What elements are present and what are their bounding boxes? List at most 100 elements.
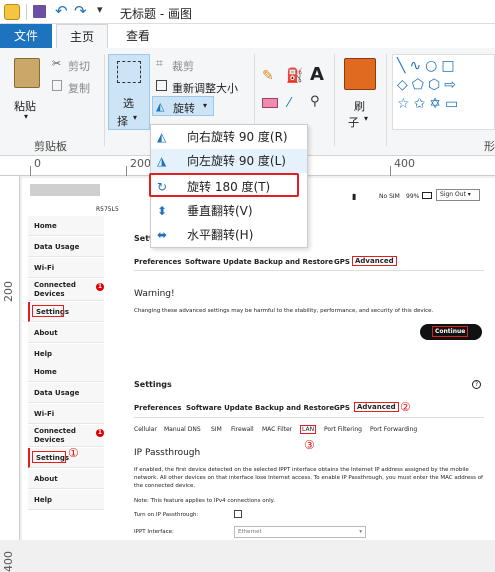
rotate-right-90-item[interactable]: ◭ 向右旋转 90 度(R): [151, 125, 307, 149]
select-button[interactable]: 选 择 ▾: [108, 54, 150, 130]
cut-label: 剪切: [68, 60, 90, 73]
annotation-1: ①: [68, 446, 79, 460]
nav-help[interactable]: Help: [28, 490, 104, 510]
tab-backup-restore[interactable]: Backup and Restore: [254, 258, 333, 266]
paste-button[interactable]: 粘贴 ▾: [8, 54, 48, 124]
settings-tabs-2: Preferences Software Update Backup and R…: [134, 400, 464, 414]
tab-preferences[interactable]: Preferences: [134, 258, 181, 266]
copy-label: 复制: [68, 82, 90, 95]
brushes-button[interactable]: 刷 子 ▾: [340, 54, 380, 130]
subtab-port-forwarding[interactable]: Port Forwarding: [370, 426, 417, 433]
vertical-ruler: 200 400: [0, 176, 20, 572]
subtab-cellular[interactable]: Cellular: [134, 426, 157, 433]
sign-out-label: Sign Out: [440, 191, 466, 198]
tab-underline: [134, 417, 484, 418]
text-icon[interactable]: A: [310, 64, 324, 85]
subtab-manual-dns[interactable]: Manual DNS: [164, 426, 201, 433]
flip-horizontal-label: 水平翻转(H): [187, 228, 254, 242]
color-picker-icon[interactable]: ⁄: [288, 96, 290, 111]
flip-vertical-item[interactable]: ⬍ 垂直翻转(V): [151, 199, 307, 223]
clipboard-icon: [14, 58, 40, 88]
arrow-shape-icon[interactable]: ⇨: [444, 77, 460, 93]
magnifier-icon[interactable]: ⚲: [310, 94, 320, 109]
settings-heading-2: Settings: [134, 380, 172, 389]
customize-toolbar-icon[interactable]: ▾: [97, 3, 103, 16]
star6-shape-icon[interactable]: ✡: [429, 96, 445, 112]
sign-out-button[interactable]: Sign Out ▾: [436, 189, 480, 201]
nav-connected-devices[interactable]: Connected Devices: [28, 279, 104, 301]
pencil-icon[interactable]: ✎: [262, 68, 274, 84]
oval-shape-icon[interactable]: ○: [425, 58, 441, 74]
hexagon-shape-icon[interactable]: ⬡: [428, 77, 444, 93]
nav-help[interactable]: Help: [28, 344, 104, 364]
notification-badge: 1: [96, 283, 104, 291]
polygon-shape-icon[interactable]: ⬠: [412, 77, 428, 93]
advanced-subtabs: Cellular Manual DNS SIM Firewall MAC Fil…: [134, 425, 484, 436]
subtab-port-filtering[interactable]: Port Filtering: [324, 426, 362, 433]
rotate-left-90-item[interactable]: ◮ 向左旋转 90 度(L): [151, 149, 307, 173]
battery-icon: [422, 192, 432, 199]
nav-data-usage[interactable]: Data Usage: [28, 237, 104, 257]
subtab-mac-filter[interactable]: MAC Filter: [262, 426, 292, 433]
tab-home[interactable]: 主页: [56, 24, 108, 48]
cut-button[interactable]: ✂ 剪切: [52, 56, 102, 74]
callout-shape-icon[interactable]: ▭: [445, 96, 462, 112]
rotate-180-item[interactable]: ↻ 旋转 180 度(T): [149, 173, 299, 197]
flip-horizontal-item[interactable]: ⬌ 水平翻转(H): [151, 223, 307, 247]
ruler-label: 200: [2, 281, 15, 302]
tab-gps[interactable]: GPS: [334, 258, 350, 266]
save-icon[interactable]: [33, 5, 46, 18]
nav-connected-devices[interactable]: Connected Devices: [28, 425, 104, 447]
continue-label[interactable]: Continue: [432, 326, 469, 337]
crop-label: 裁剪: [172, 60, 194, 73]
diamond-shape-icon[interactable]: ◇: [397, 77, 412, 93]
flip-horizontal-icon: ⬌: [157, 228, 168, 242]
title-bar: ↶ ↷ ▾ 无标题 - 画图: [0, 0, 495, 24]
rotate-icon: ◭: [156, 100, 165, 113]
nav-wifi[interactable]: Wi-Fi: [28, 258, 104, 278]
star-shape-icon[interactable]: ☆: [397, 96, 414, 112]
tab-software-update[interactable]: Software Update: [186, 404, 253, 412]
subtab-firewall[interactable]: Firewall: [231, 426, 254, 433]
rotate-button[interactable]: ◭ 旋转 ▾: [152, 96, 214, 116]
interface-select[interactable]: Ethernet ▾: [234, 526, 366, 538]
ip-passthrough-checkbox[interactable]: [234, 510, 242, 518]
nav-home[interactable]: Home: [28, 362, 104, 382]
tab-gps[interactable]: GPS: [334, 404, 350, 412]
nav-home[interactable]: Home: [28, 216, 104, 236]
notification-badge: 1: [96, 429, 104, 437]
crop-button[interactable]: ⌗ 裁剪: [156, 56, 236, 74]
ruler-tick: [30, 166, 31, 176]
subtab-lan[interactable]: LAN: [300, 425, 317, 434]
rectangle-shape-icon[interactable]: □: [441, 58, 458, 74]
tab-advanced[interactable]: Advanced: [354, 402, 399, 412]
copy-icon: [52, 80, 62, 91]
star5-shape-icon[interactable]: ✩: [414, 96, 430, 112]
help-icon[interactable]: ?: [472, 380, 481, 389]
sim-status: No SIM: [379, 193, 400, 200]
fill-bucket-icon[interactable]: ⛽: [286, 68, 303, 84]
annotation-box: [32, 305, 64, 317]
undo-icon[interactable]: ↶: [55, 2, 68, 20]
nav-data-usage[interactable]: Data Usage: [28, 383, 104, 403]
tab-file[interactable]: 文件: [0, 24, 52, 48]
group-separator: [104, 54, 105, 146]
ip-passthrough-description: If enabled, the first device detected on…: [134, 467, 483, 489]
tab-software-update[interactable]: Software Update: [185, 258, 252, 266]
redo-icon[interactable]: ↷: [74, 2, 87, 20]
subtab-sim[interactable]: SIM: [211, 426, 222, 433]
tab-preferences[interactable]: Preferences: [134, 404, 181, 412]
curve-shape-icon[interactable]: ∿: [409, 58, 425, 74]
nav-about[interactable]: About: [28, 323, 104, 343]
line-shape-icon[interactable]: ╲: [397, 58, 409, 74]
resize-button[interactable]: 重新调整大小: [156, 78, 248, 96]
tab-view[interactable]: 查看: [112, 24, 164, 48]
nav-wifi[interactable]: Wi-Fi: [28, 404, 104, 424]
eraser-icon[interactable]: [262, 98, 278, 108]
nav-about[interactable]: About: [28, 469, 104, 489]
copy-button[interactable]: 复制: [52, 78, 102, 96]
ruler-label: 400: [2, 551, 15, 572]
tab-backup-restore[interactable]: Backup and Restore: [255, 404, 334, 412]
tab-advanced[interactable]: Advanced: [352, 256, 397, 266]
shapes-gallery[interactable]: ╲∿○□ ◇⬠⬡⇨ ☆✩✡▭: [392, 54, 495, 130]
